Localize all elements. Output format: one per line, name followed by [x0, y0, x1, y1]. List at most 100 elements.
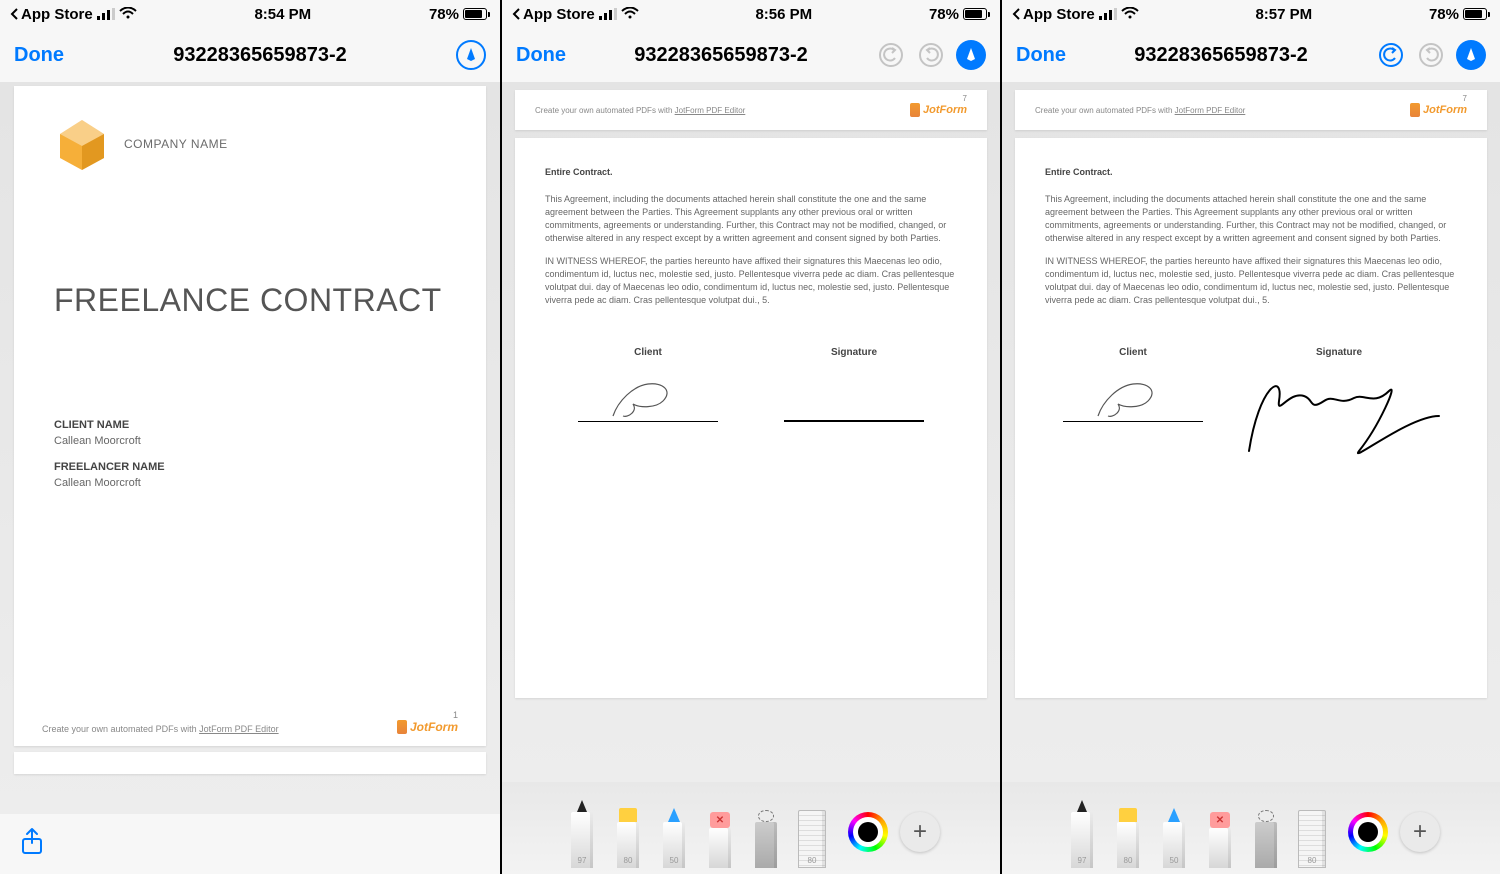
wifi-icon	[621, 6, 639, 23]
current-color-icon	[1358, 822, 1378, 842]
freelancer-name-label: FREELANCER NAME	[54, 461, 446, 473]
paragraph-2: IN WITNESS WHEREOF, the parties hereunto…	[1045, 255, 1457, 307]
markup-toolbar: 97 80 50 ✕ 80 +	[1002, 782, 1500, 874]
markup-pen-icon	[463, 47, 479, 63]
battery-percent: 78%	[929, 6, 959, 23]
color-picker-button[interactable]	[1348, 812, 1388, 852]
markup-toolbar: 97 80 50 ✕ 80 +	[502, 782, 1000, 874]
status-bar: App Store 8:54 PM 78%	[0, 0, 500, 28]
share-button[interactable]	[20, 827, 44, 862]
ruler-tool[interactable]: 80	[1292, 790, 1332, 868]
document-viewport[interactable]: Create your own automated PDFs with JotF…	[502, 82, 1000, 782]
client-signature-block: Client	[1063, 347, 1203, 476]
signature-block[interactable]: Signature	[1239, 347, 1439, 476]
lasso-tool[interactable]	[1246, 790, 1286, 868]
done-button[interactable]: Done	[1016, 44, 1066, 67]
markup-button[interactable]	[456, 40, 486, 70]
nav-bar: Done 93228365659873-2	[1002, 28, 1500, 82]
done-button[interactable]: Done	[14, 44, 64, 67]
plus-icon: +	[913, 818, 927, 846]
clock: 8:57 PM	[1255, 6, 1312, 23]
markup-pen-icon	[1463, 47, 1479, 63]
redo-button	[916, 40, 946, 70]
add-tool-button[interactable]: +	[900, 812, 940, 852]
paragraph-2: IN WITNESS WHEREOF, the parties hereunto…	[545, 255, 957, 307]
eraser-tool[interactable]: ✕	[1200, 790, 1240, 868]
section-heading: Entire Contract.	[1045, 166, 1113, 179]
clock: 8:56 PM	[755, 6, 812, 23]
jotform-link[interactable]: JotForm PDF Editor	[675, 106, 746, 115]
lasso-tool[interactable]	[746, 790, 786, 868]
client-name-value: Callean Moorcroft	[54, 435, 446, 447]
prev-page-footer-peek: Create your own automated PDFs with JotF…	[1015, 90, 1487, 130]
back-chevron-icon	[10, 8, 19, 20]
undo-button	[876, 40, 906, 70]
nav-bar: Done 93228365659873-2	[0, 28, 500, 82]
paragraph-1: This Agreement, including the documents …	[1045, 193, 1457, 245]
battery-percent: 78%	[1429, 6, 1459, 23]
highlighter-tool[interactable]: 80	[608, 790, 648, 868]
document-viewport[interactable]: COMPANY NAME FREELANCE CONTRACT CLIENT N…	[0, 82, 500, 814]
current-color-icon	[858, 822, 878, 842]
markup-button[interactable]	[1456, 40, 1486, 70]
pen-tool[interactable]: 97	[1062, 790, 1102, 868]
markup-button[interactable]	[956, 40, 986, 70]
phone-screen-1: App Store 8:54 PM 78% Done 9322836565987…	[0, 0, 500, 874]
redo-button	[1416, 40, 1446, 70]
document-viewport[interactable]: Create your own automated PDFs with JotF…	[1002, 82, 1500, 782]
status-bar: App Store 8:57 PM 78%	[1002, 0, 1500, 28]
bottom-toolbar	[0, 814, 500, 874]
document-title: 93228365659873-2	[173, 44, 347, 67]
client-signature-block: Client	[578, 347, 718, 426]
client-signature-icon	[1063, 366, 1203, 426]
clock: 8:54 PM	[254, 6, 311, 23]
pdf-page-7: Entire Contract. This Agreement, includi…	[515, 138, 987, 698]
signature-block[interactable]: Signature	[784, 347, 924, 426]
pdf-page-1: COMPANY NAME FREELANCE CONTRACT CLIENT N…	[14, 86, 486, 746]
pdf-page-7: Entire Contract. This Agreement, includi…	[1015, 138, 1487, 698]
prev-page-footer-peek: Create your own automated PDFs with JotF…	[515, 90, 987, 130]
done-button[interactable]: Done	[516, 44, 566, 67]
paragraph-1: This Agreement, including the documents …	[545, 193, 957, 245]
nav-bar: Done 93228365659873-2	[502, 28, 1000, 82]
freelancer-name-value: Callean Moorcroft	[54, 477, 446, 489]
phone-screen-3: App Store 8:57 PM 78% Done 9322836565987…	[1000, 0, 1500, 874]
pencil-tool[interactable]: 50	[654, 790, 694, 868]
page-footer: Create your own automated PDFs with JotF…	[42, 720, 458, 734]
back-to-app[interactable]: App Store	[1012, 6, 1095, 23]
battery-icon	[1463, 8, 1490, 20]
document-title: 93228365659873-2	[634, 44, 808, 67]
document-title: 93228365659873-2	[1134, 44, 1308, 67]
pencil-tool[interactable]: 50	[1154, 790, 1194, 868]
plus-icon: +	[1413, 818, 1427, 846]
battery-percent: 78%	[429, 6, 459, 23]
phone-screen-2: App Store 8:56 PM 78% Done 9322836565987…	[500, 0, 1000, 874]
add-tool-button[interactable]: +	[1400, 812, 1440, 852]
eraser-tool[interactable]: ✕	[700, 790, 740, 868]
pen-tool[interactable]: 97	[562, 790, 602, 868]
back-to-app[interactable]: App Store	[10, 6, 93, 23]
color-picker-button[interactable]	[848, 812, 888, 852]
contract-title: FREELANCE CONTRACT	[54, 282, 446, 319]
redo-icon	[1418, 42, 1444, 68]
jotform-link[interactable]: JotForm PDF Editor	[1175, 106, 1246, 115]
undo-button[interactable]	[1376, 40, 1406, 70]
next-page-peek	[14, 752, 486, 774]
section-heading: Entire Contract.	[545, 166, 613, 179]
highlighter-tool[interactable]: 80	[1108, 790, 1148, 868]
jotform-link[interactable]: JotForm PDF Editor	[199, 724, 279, 734]
ruler-tool[interactable]: 80	[792, 790, 832, 868]
client-signature-icon	[578, 366, 718, 426]
jotform-logo-icon: JotForm	[910, 103, 967, 117]
back-chevron-icon	[1012, 8, 1021, 20]
battery-icon	[963, 8, 990, 20]
undo-icon	[1378, 42, 1404, 68]
company-logo-icon	[54, 116, 110, 172]
wifi-icon	[1121, 6, 1139, 23]
back-chevron-icon	[512, 8, 521, 20]
markup-pen-icon	[963, 47, 979, 63]
back-to-app[interactable]: App Store	[512, 6, 595, 23]
cell-signal-icon	[97, 8, 115, 20]
battery-icon	[463, 8, 490, 20]
cell-signal-icon	[599, 8, 617, 20]
